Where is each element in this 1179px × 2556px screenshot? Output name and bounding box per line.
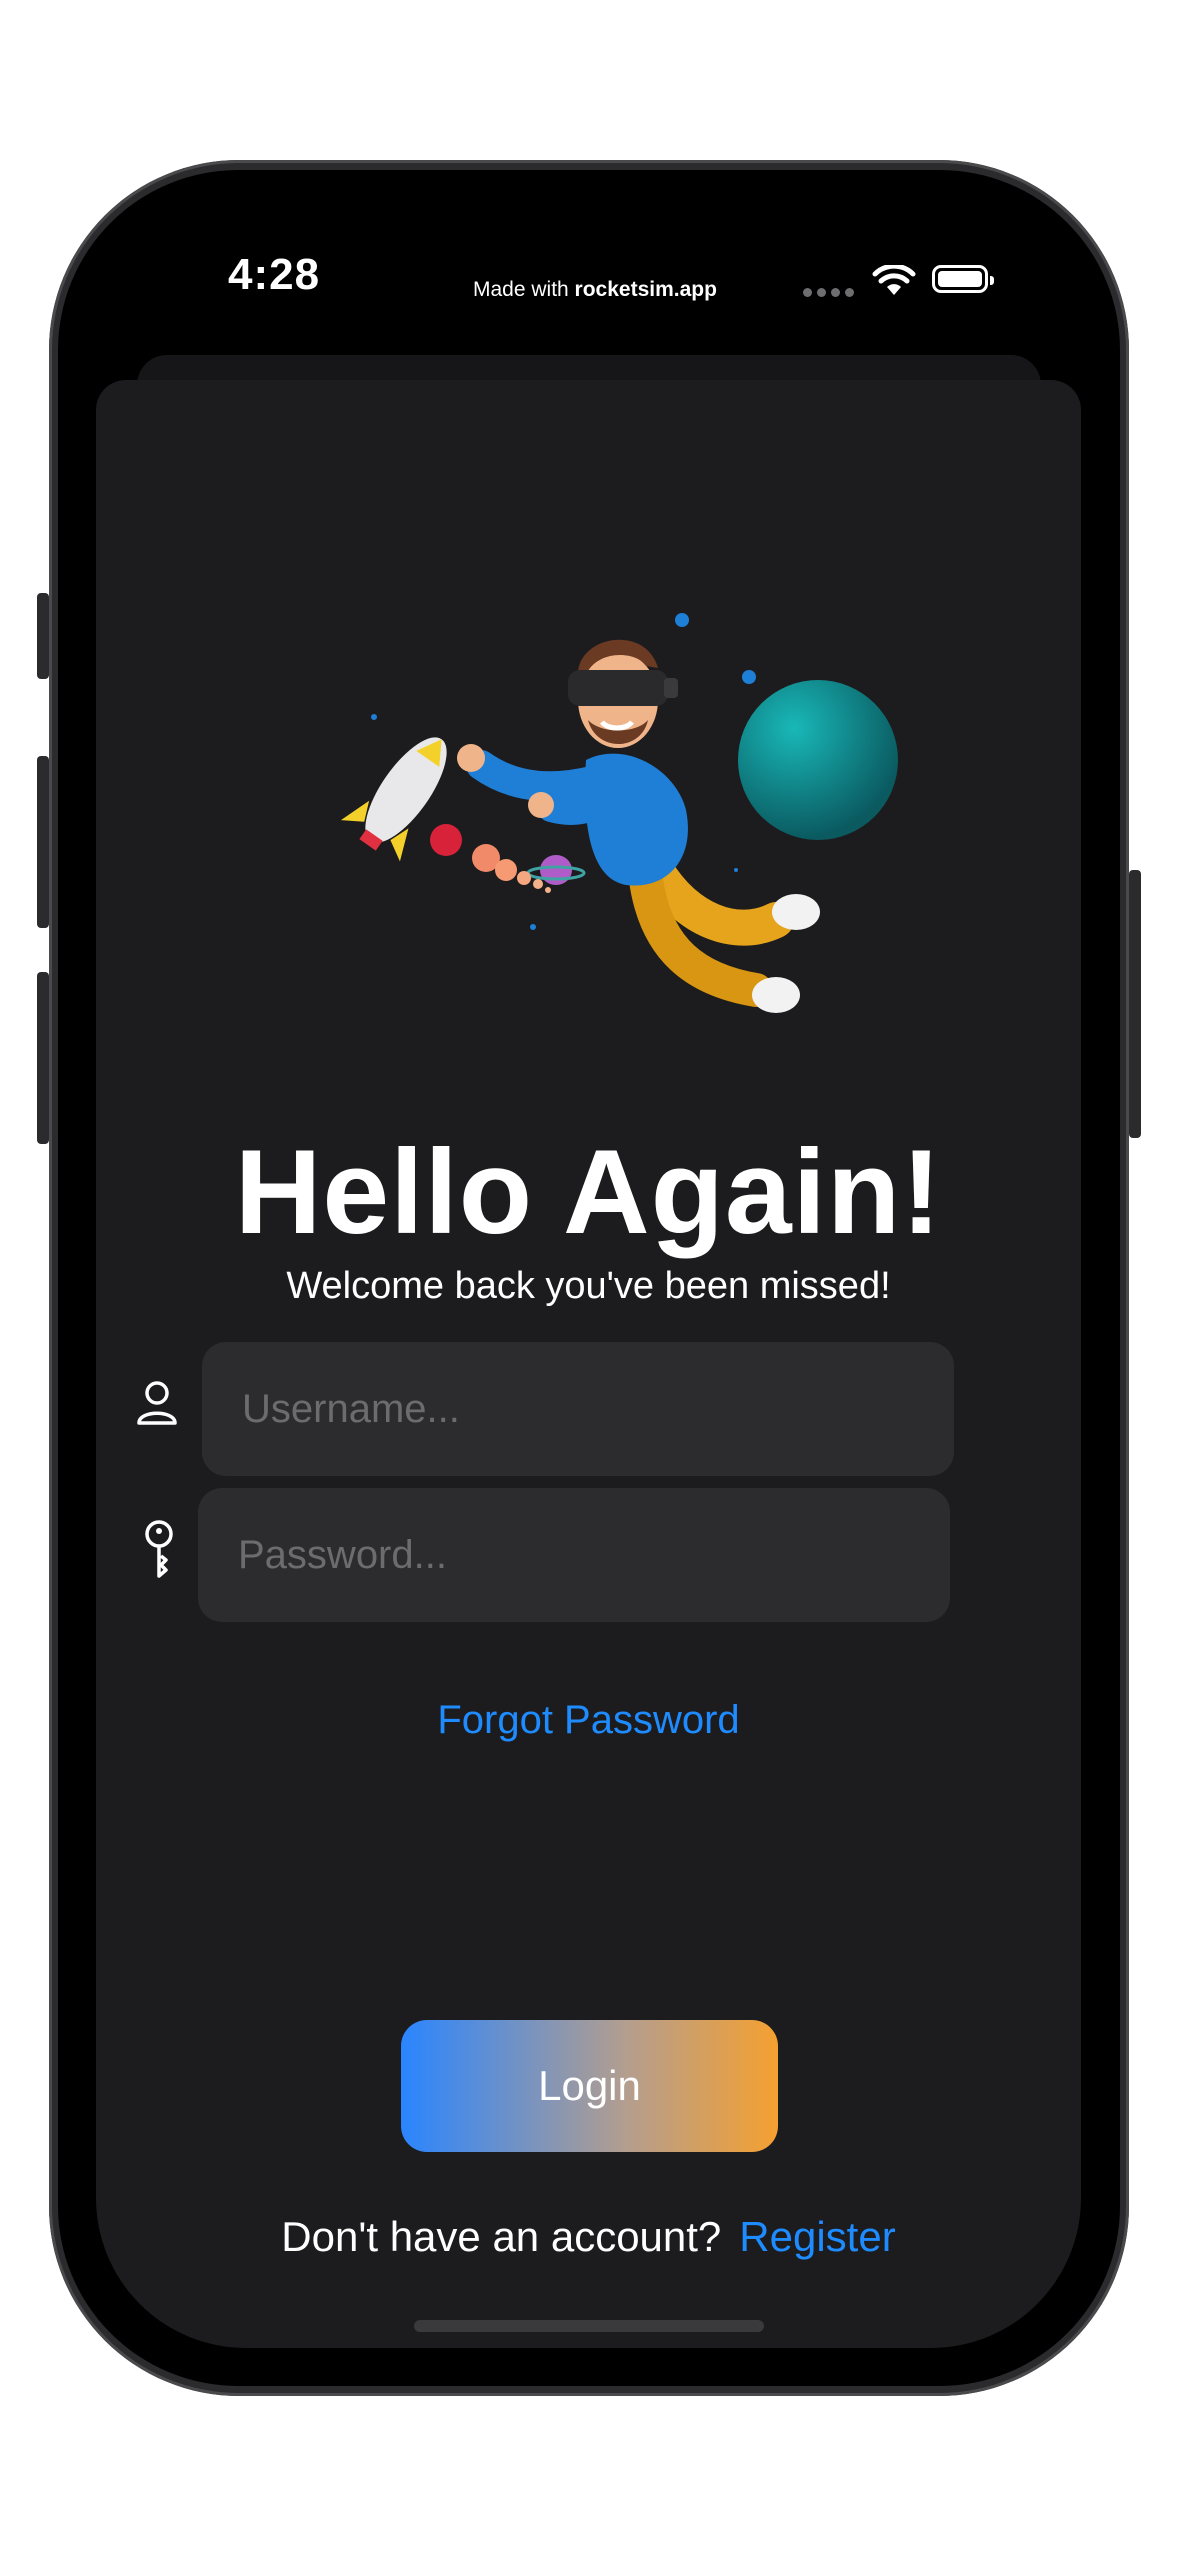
status-time: 4:28 <box>228 250 321 299</box>
silent-switch <box>37 593 49 679</box>
home-indicator[interactable] <box>414 2320 764 2332</box>
login-button[interactable]: Login <box>401 2020 778 2152</box>
login-sheet: Hello Again! Welcome back you've been mi… <box>96 380 1081 2348</box>
page-subtitle: Welcome back you've been missed! <box>286 1265 891 1307</box>
forgot-password-link[interactable]: Forgot Password <box>96 1698 1081 1743</box>
username-field[interactable] <box>202 1342 954 1476</box>
no-account-text: Don't have an account? <box>281 2213 722 2260</box>
made-with-brand: rocketsim.app <box>574 278 717 301</box>
made-with-label: Made with rocketsim.app <box>473 278 717 302</box>
made-with-prefix: Made with <box>473 278 575 301</box>
register-link[interactable]: Register <box>739 2213 895 2260</box>
volume-down-button <box>37 972 49 1144</box>
register-prompt: Don't have an account? Register <box>96 2213 1081 2261</box>
username-input[interactable] <box>202 1342 954 1476</box>
battery-icon <box>932 265 994 293</box>
volume-up-button <box>37 756 49 928</box>
power-button <box>1129 870 1141 1138</box>
cellular-signal-icon <box>803 288 854 297</box>
page-title: Hello Again! <box>234 1125 943 1259</box>
wifi-icon <box>872 265 916 295</box>
password-field[interactable] <box>198 1488 950 1622</box>
astronaut-illustration <box>340 613 898 1013</box>
key-icon <box>145 1520 173 1578</box>
password-input[interactable] <box>198 1488 950 1622</box>
person-icon <box>137 1381 177 1425</box>
